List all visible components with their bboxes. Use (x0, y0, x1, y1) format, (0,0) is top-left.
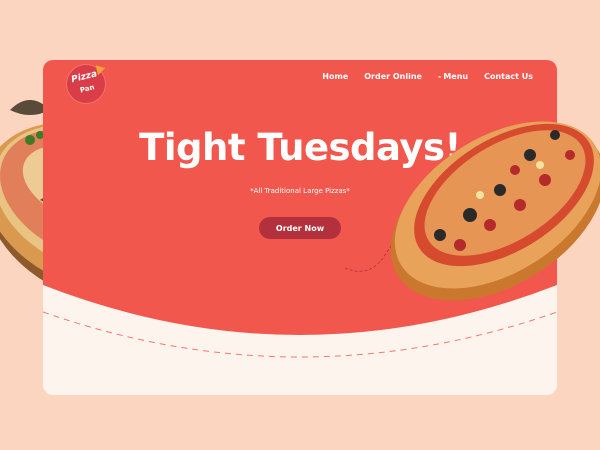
menu-dash: - (437, 72, 442, 81)
nav-home[interactable]: Home (322, 72, 348, 81)
nav-contact-us[interactable]: Contact Us (484, 72, 533, 81)
nav-order-online[interactable]: Order Online (364, 72, 422, 81)
nav-menu-label: Menu (443, 72, 469, 81)
main-nav: Home Order Online - Menu Contact Us (322, 72, 533, 81)
order-now-button[interactable]: Order Now (259, 217, 341, 239)
nav-menu[interactable]: - Menu (438, 72, 468, 81)
pizza-image-right (390, 121, 600, 301)
